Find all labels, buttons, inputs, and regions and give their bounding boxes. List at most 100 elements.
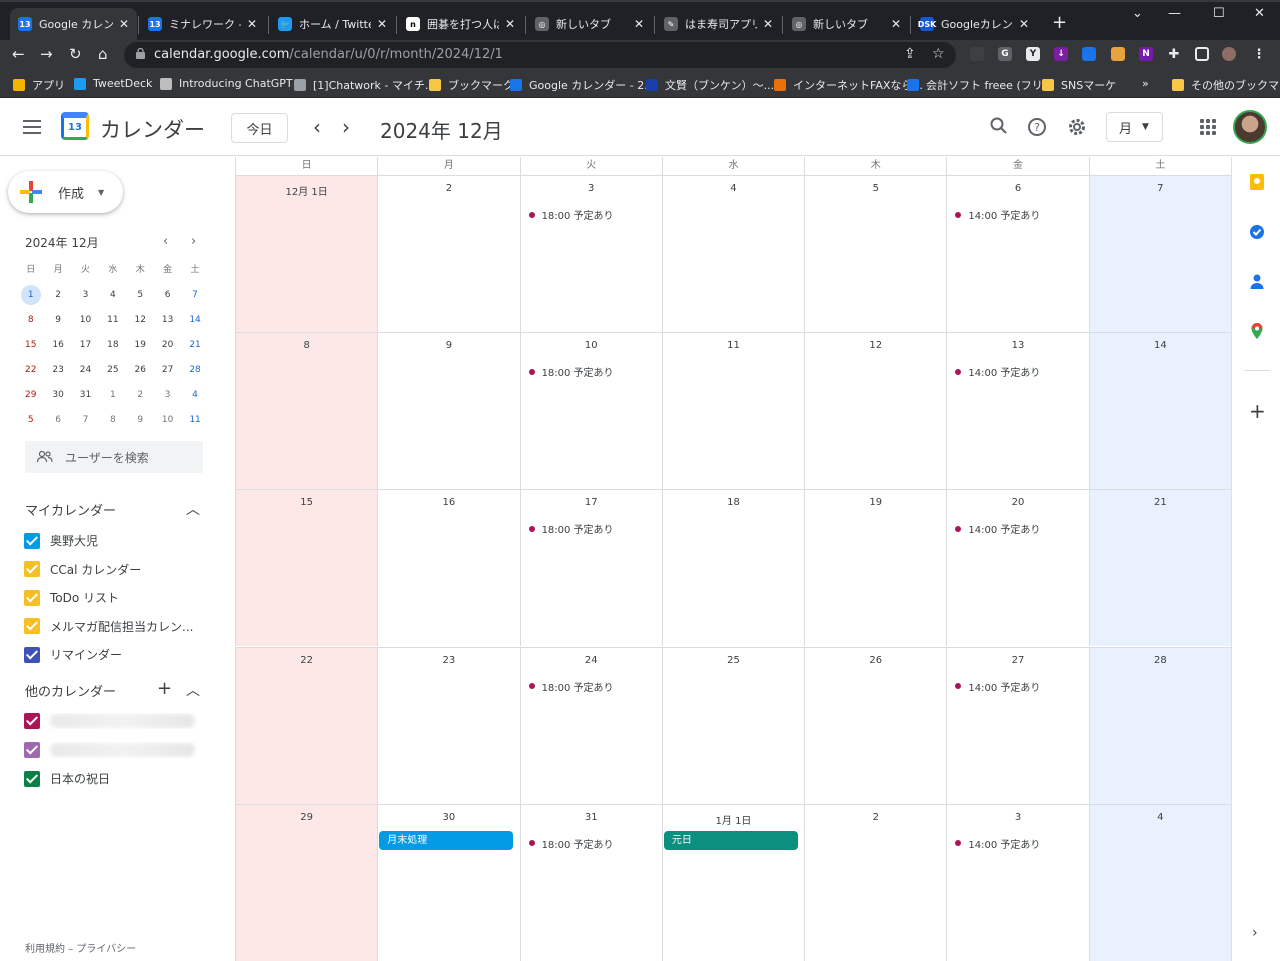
extension-blue-icon[interactable] <box>1082 47 1096 61</box>
day-cell[interactable]: 2 <box>804 804 946 961</box>
settings-gear-icon[interactable] <box>1067 117 1087 137</box>
day-number[interactable]: 13 <box>947 340 1088 351</box>
browser-tab[interactable]: n 囲碁を打つ人は ✕ <box>398 8 523 40</box>
mini-day[interactable]: 7 <box>72 410 99 430</box>
calendar-list-item[interactable] <box>24 741 204 758</box>
browser-tab[interactable]: 13 Google カレンダ ✕ <box>10 8 137 40</box>
calendar-checkbox[interactable] <box>24 532 40 549</box>
day-number[interactable]: 24 <box>521 655 662 666</box>
extension-2-icon[interactable]: G <box>998 47 1012 61</box>
chevron-up-icon[interactable]: ︿ <box>186 499 200 519</box>
extension-1-icon[interactable] <box>970 47 984 61</box>
view-selector[interactable]: 月 ▼ <box>1106 112 1163 142</box>
mini-day[interactable]: 23 <box>44 360 71 380</box>
tab-close-icon[interactable]: ✕ <box>763 17 773 31</box>
mini-day[interactable]: 3 <box>72 285 99 305</box>
calendar-checkbox[interactable] <box>24 741 40 758</box>
day-cell[interactable]: 19 <box>804 490 946 647</box>
event-item[interactable]: 14:00 予定あり <box>955 521 1040 536</box>
day-number[interactable]: 11 <box>663 340 804 351</box>
day-number[interactable]: 8 <box>236 340 377 351</box>
mini-day[interactable]: 21 <box>181 335 208 355</box>
search-people-input[interactable]: ユーザーを検索 <box>25 441 203 473</box>
mini-day[interactable]: 24 <box>72 360 99 380</box>
profile-avatar-icon[interactable] <box>1222 47 1236 61</box>
all-day-event[interactable]: 元日 <box>663 830 798 850</box>
day-cell[interactable]: 28 <box>1088 647 1231 804</box>
bookmark-item[interactable]: インターネットFAXなら... <box>774 77 923 93</box>
day-number[interactable]: 9 <box>378 340 519 351</box>
day-cell[interactable]: 15 <box>235 490 378 647</box>
share-icon[interactable]: ⇪ <box>904 46 916 62</box>
mini-day[interactable]: 10 <box>72 310 99 330</box>
mini-day[interactable]: 26 <box>127 360 154 380</box>
bookmark-item[interactable]: » <box>1142 77 1149 90</box>
address-bar[interactable]: calendar.google.com/calendar/u/0/r/month… <box>124 42 956 68</box>
mini-day[interactable]: 28 <box>181 360 208 380</box>
extension-cat-icon[interactable] <box>1111 47 1125 61</box>
minimize-icon[interactable]: — <box>1168 6 1181 21</box>
bookmark-item[interactable]: 会計ソフト freee (フリ... <box>907 77 1053 93</box>
day-number[interactable]: 10 <box>521 340 662 351</box>
day-cell[interactable]: 24 18:00 予定あり <box>519 647 662 804</box>
tab-close-icon[interactable]: ✕ <box>505 17 515 31</box>
day-number[interactable]: 29 <box>236 812 377 823</box>
mini-day[interactable]: 6 <box>44 410 71 430</box>
help-icon[interactable]: ? <box>1027 117 1047 137</box>
day-cell[interactable]: 3 14:00 予定あり <box>946 804 1088 961</box>
get-addons-icon[interactable]: + <box>1249 399 1266 423</box>
mini-day[interactable]: 27 <box>154 360 181 380</box>
bookmark-item[interactable]: 文賢（ブンケン）〜... <box>646 77 774 93</box>
extension-download-icon[interactable]: ↓ <box>1054 47 1068 61</box>
day-cell[interactable]: 20 14:00 予定あり <box>946 490 1088 647</box>
forward-icon[interactable]: → <box>40 45 53 63</box>
event-item[interactable]: 14:00 予定あり <box>955 207 1040 222</box>
event-item[interactable]: 18:00 予定あり <box>528 521 614 536</box>
mini-day[interactable]: 13 <box>154 310 181 330</box>
day-cell[interactable]: 18 <box>661 490 804 647</box>
extensions-puzzle-icon[interactable]: ✚ <box>1167 47 1181 62</box>
day-cell[interactable]: 16 <box>377 490 519 647</box>
mini-day[interactable]: 1 <box>17 284 44 305</box>
maps-icon[interactable] <box>1249 323 1265 339</box>
day-cell[interactable]: 7 <box>1088 176 1231 332</box>
browser-tab[interactable]: DSK Googleカレンダ ✕ <box>912 8 1037 40</box>
calendar-list-item[interactable]: CCal カレンダー <box>24 561 204 578</box>
mini-day[interactable]: 9 <box>44 310 71 330</box>
day-number[interactable]: 30 <box>378 812 519 823</box>
event-item[interactable]: 14:00 予定あり <box>955 836 1040 851</box>
footer-links[interactable]: 利用規約 – プライバシー <box>25 940 136 955</box>
day-number[interactable]: 17 <box>521 497 662 508</box>
day-number[interactable]: 27 <box>947 655 1088 666</box>
calendar-list-item[interactable] <box>24 713 204 729</box>
reload-icon[interactable]: ↻ <box>69 45 82 63</box>
tab-close-icon[interactable]: ✕ <box>119 17 129 31</box>
calendar-checkbox[interactable] <box>24 561 40 577</box>
day-cell[interactable]: 8 <box>235 333 378 490</box>
calendar-list-item[interactable]: 日本の祝日 <box>24 770 204 787</box>
day-cell[interactable]: 29 <box>235 804 378 961</box>
mini-day[interactable]: 22 <box>17 360 44 380</box>
mini-day[interactable]: 4 <box>99 285 126 305</box>
chevron-up-icon[interactable]: ︿ <box>186 680 200 700</box>
mini-day[interactable]: 3 <box>154 385 181 405</box>
home-icon[interactable]: ⌂ <box>98 45 108 63</box>
day-number[interactable]: 12月 1日 <box>236 183 377 198</box>
day-cell[interactable]: 10 18:00 予定あり <box>519 333 662 490</box>
mini-day[interactable]: 7 <box>181 285 208 305</box>
bookmark-item[interactable]: ブックマーク <box>429 77 514 93</box>
day-number[interactable]: 20 <box>947 497 1088 508</box>
calendar-checkbox[interactable] <box>24 713 40 729</box>
bookmark-item[interactable]: Google カレンダー - 2... <box>510 77 655 93</box>
new-tab-button[interactable]: + <box>1052 12 1067 33</box>
day-number[interactable]: 14 <box>1090 340 1231 351</box>
window-close-icon[interactable]: ✕ <box>1254 6 1265 21</box>
calendar-list-item[interactable]: 奥野大児 <box>24 532 204 549</box>
google-apps-icon[interactable] <box>1200 119 1216 135</box>
day-cell[interactable]: 13 14:00 予定あり <box>946 333 1088 490</box>
day-cell[interactable]: 26 <box>804 647 946 804</box>
day-cell[interactable]: 25 <box>661 647 804 804</box>
day-cell[interactable]: 4 <box>1088 804 1231 961</box>
mini-day[interactable]: 2 <box>44 285 71 305</box>
event-item[interactable]: 18:00 予定あり <box>528 207 614 222</box>
